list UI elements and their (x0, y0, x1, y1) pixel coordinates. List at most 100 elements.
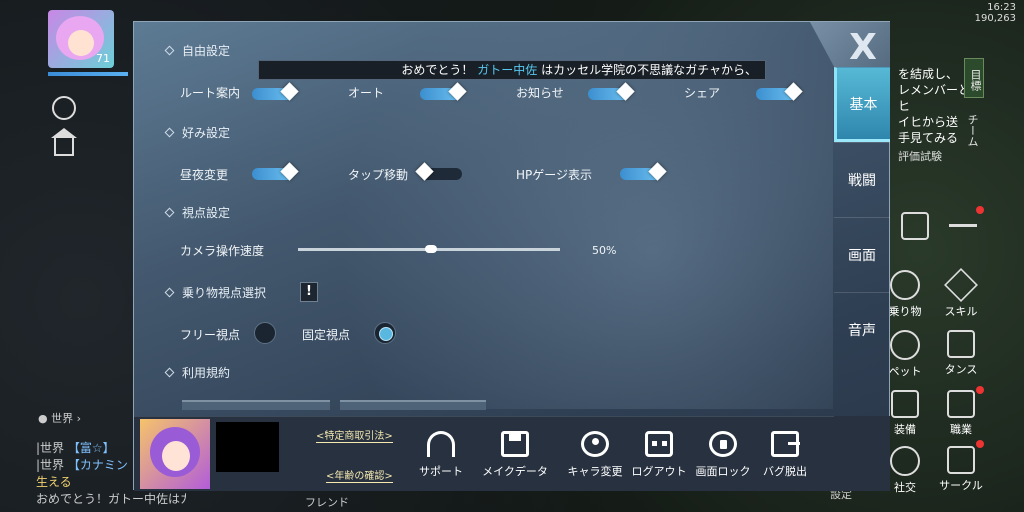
make-data-button[interactable]: メイクデータ (482, 431, 548, 479)
fixed-view-radio[interactable] (374, 322, 396, 344)
pet-icon (890, 330, 920, 360)
skill-label: スキル (944, 305, 978, 318)
section-free-settings: 自由設定 (164, 42, 231, 59)
diamond-icon (164, 127, 175, 138)
eye-icon[interactable] (52, 96, 76, 120)
tab-screen[interactable]: 画面 (834, 217, 890, 292)
day-night-label: 昼夜変更 (180, 168, 229, 182)
announcement-player[interactable]: ガトー中佐 (477, 63, 537, 77)
character-portrait[interactable] (140, 419, 210, 489)
circle-label: サークル (939, 479, 983, 492)
camera-speed-label: カメラ操作速度 (180, 244, 265, 258)
tab-battle[interactable]: 戦闘 (834, 142, 890, 217)
screen-lock-button[interactable]: 画面ロック (690, 431, 756, 479)
day-night-toggle[interactable] (252, 162, 299, 181)
auto-toggle[interactable] (420, 82, 467, 101)
game-screen: 71 16:23 190,263 を結成し、 レメンバーと ヒ イヒから送 手見… (0, 0, 1024, 512)
diamond-icon (164, 367, 175, 378)
wardrobe-button[interactable]: タンス (936, 330, 986, 377)
character-change-button[interactable]: キャラ変更 (562, 431, 628, 479)
chat-line: おめでとう！ガトー中佐はカッセル学院 (36, 492, 186, 506)
bottom-bar: <特定商取引法> <年齢の確認> サポート メイクデータ キャラ変更 ログアウト… (134, 416, 834, 491)
announcement-prefix: おめでとう！ (401, 63, 474, 77)
section-ride-view: 乗り物視点選択 (164, 284, 266, 301)
menu-button[interactable] (938, 212, 988, 239)
menu-icon (949, 224, 977, 227)
equipment-label: 装備 (894, 423, 916, 436)
screen-lock-label: 画面ロック (695, 465, 751, 478)
id-card-icon (947, 390, 975, 418)
chat-text: 【カナミン (67, 458, 128, 472)
commerce-law-text: <特定商取引法> (316, 431, 393, 443)
section-terms: 利用規約 (164, 364, 231, 381)
circle-button[interactable]: サークル (936, 446, 986, 493)
settings-tabs: 基本 戦闘 画面 音声 (834, 67, 890, 367)
skill-button[interactable]: スキル (936, 268, 986, 319)
route-guide-toggle[interactable] (252, 82, 299, 101)
section-title: 利用規約 (182, 366, 231, 380)
character-info-box (216, 422, 279, 472)
player-level: 71 (96, 52, 110, 65)
wardrobe-icon (947, 330, 975, 358)
save-icon (501, 431, 529, 457)
pet-label: ペット (888, 365, 922, 378)
microphone-icon: ● (38, 412, 48, 425)
info-button[interactable]: ! (300, 282, 318, 302)
share-toggle[interactable] (756, 82, 803, 101)
bug-escape-button[interactable]: バグ脱出 (752, 431, 818, 479)
logout-icon (645, 431, 673, 457)
fixed-view-label: 固定視点 (302, 328, 351, 342)
make-data-label: メイクデータ (482, 465, 548, 478)
camera-speed-slider[interactable] (298, 245, 560, 253)
camera-speed-value: 50% (592, 244, 617, 257)
close-button[interactable]: X (840, 28, 886, 68)
logout-label: ログアウト (631, 465, 687, 478)
tap-move-toggle[interactable] (415, 162, 462, 181)
team-label[interactable]: チーム (964, 114, 980, 147)
slider-thumb[interactable] (425, 245, 437, 253)
job-button[interactable]: 職業 (936, 390, 986, 437)
diamond-icon (164, 287, 175, 298)
status-bar: 16:23 190,263 (975, 2, 1016, 24)
section-title: 好み設定 (182, 126, 231, 140)
star-icon (944, 268, 978, 302)
privacy-button[interactable] (340, 400, 486, 410)
chat-text: 【富☆】 (67, 441, 115, 455)
speedometer-icon (890, 270, 920, 300)
free-view-radio[interactable] (254, 322, 276, 344)
briefcase-icon (901, 212, 929, 240)
terms-button[interactable] (182, 400, 330, 410)
vehicle-label: 乗り物 (888, 305, 922, 318)
tap-move-label: タップ移動 (348, 168, 409, 182)
bottom-bar-corner (834, 416, 890, 491)
chat-channel-label: 世界 (51, 412, 74, 425)
people-icon (890, 446, 920, 476)
gacha-announcement: おめでとう！ ガトー中佐 はカッセル学院の不思議なガチャから、 (258, 60, 766, 80)
player-hp-bar (48, 72, 128, 76)
bug-escape-icon (771, 431, 800, 457)
section-title: 自由設定 (182, 44, 231, 58)
age-confirm-link[interactable]: <年齢の確認> (326, 467, 393, 483)
notification-toggle[interactable] (588, 82, 635, 101)
chat-channel[interactable]: ● 世界 › (38, 410, 81, 426)
announcement-suffix: はカッセル学院の不思議なガチャから、 (541, 63, 757, 77)
garage-button[interactable] (890, 212, 940, 243)
hp-gauge-toggle[interactable] (620, 162, 667, 181)
logout-button[interactable]: ログアウト (626, 431, 692, 479)
notification-dot (976, 386, 984, 394)
tab-sound[interactable]: 音声 (834, 292, 890, 367)
character-change-icon (581, 431, 609, 457)
tab-basic[interactable]: 基本 (834, 67, 890, 142)
screen-lock-icon (709, 431, 737, 457)
social-label: 社交 (894, 481, 916, 494)
banner-icon (947, 446, 975, 474)
free-view-label: フリー視点 (180, 328, 241, 342)
section-title: 視点設定 (182, 206, 231, 220)
support-button[interactable]: サポート (408, 431, 474, 479)
quest-tag[interactable]: 目標 (964, 58, 984, 98)
commerce-law-link[interactable]: <特定商取引法> (316, 427, 393, 443)
home-icon[interactable] (51, 128, 77, 156)
friend-label[interactable]: フレンド (305, 494, 349, 510)
job-label: 職業 (950, 423, 972, 436)
character-change-label: キャラ変更 (567, 465, 623, 478)
